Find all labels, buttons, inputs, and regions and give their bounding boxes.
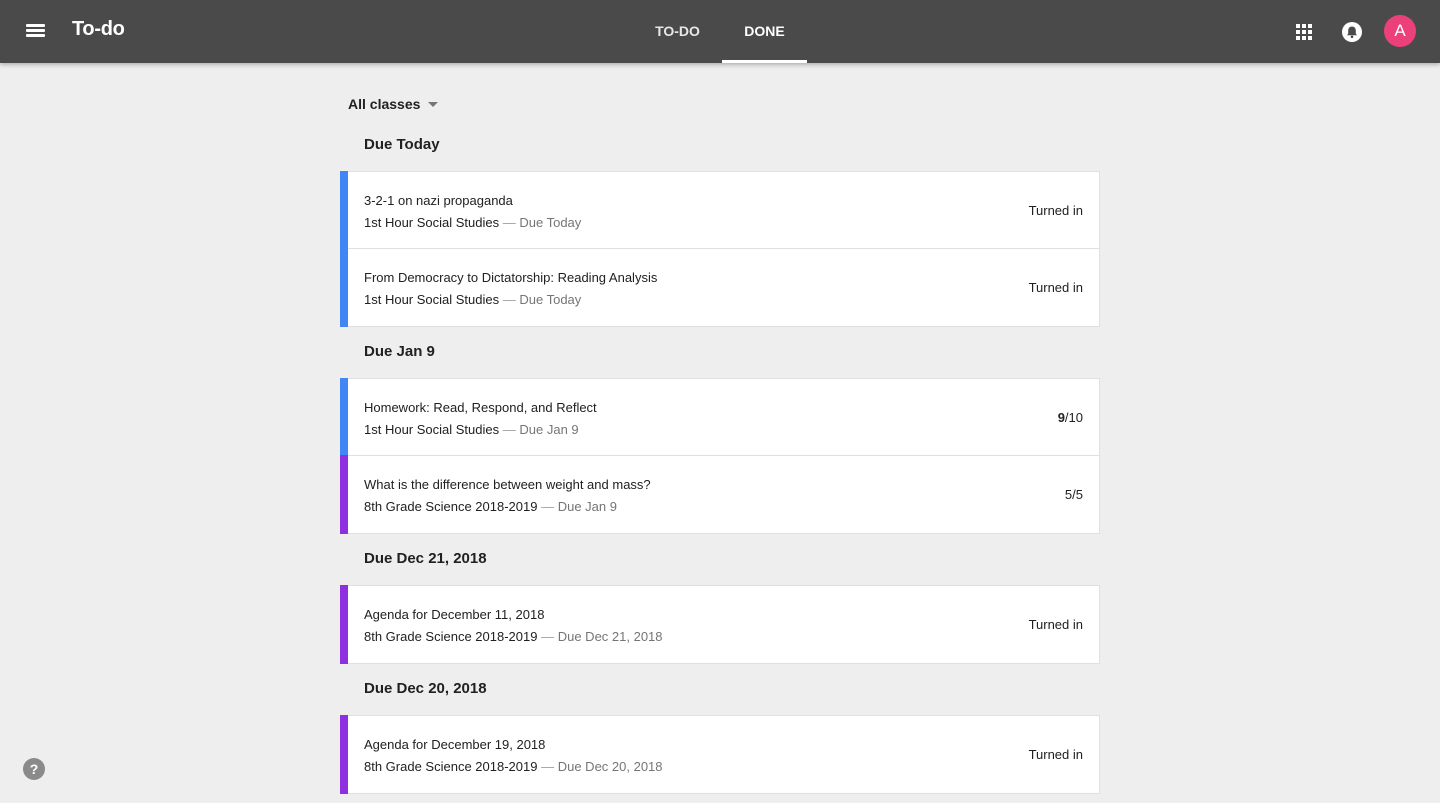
section-title-due-dec-20: Due Dec 20, 2018 <box>364 680 487 697</box>
assignment-meta: 8th Grade Science 2018-2019 — Due Dec 20… <box>364 759 663 774</box>
class-name: 8th Grade Science 2018-2019 <box>364 759 538 774</box>
class-color-stripe <box>340 171 348 249</box>
assignment-meta: 8th Grade Science 2018-2019 — Due Dec 21… <box>364 629 663 644</box>
assignment-item[interactable]: Agenda for December 11, 2018 8th Grade S… <box>340 585 1099 664</box>
assignment-meta: 1st Hour Social Studies — Due Jan 9 <box>364 422 579 437</box>
notifications-bell-icon[interactable] <box>1339 19 1365 45</box>
dropdown-caret-icon <box>428 102 439 107</box>
due-date: Due Dec 20, 2018 <box>557 759 663 774</box>
due-date: Due Dec 21, 2018 <box>557 629 663 644</box>
class-color-stripe <box>340 455 348 534</box>
grade-score: 9 <box>1057 410 1065 425</box>
assignment-card: Agenda for December 19, 2018 8th Grade S… <box>340 715 1100 794</box>
separator: — <box>502 215 516 230</box>
class-filter-label: All classes <box>348 96 421 112</box>
section-title-due-dec-21: Due Dec 21, 2018 <box>364 550 487 567</box>
class-name: 1st Hour Social Studies <box>364 292 500 307</box>
assignment-title: What is the difference between weight an… <box>364 477 651 492</box>
assignment-item[interactable]: What is the difference between weight an… <box>340 455 1099 534</box>
due-date: Due Today <box>519 292 582 307</box>
status-label: Turned in <box>1028 747 1083 762</box>
class-color-stripe <box>340 378 348 456</box>
grade-label: 9/10 <box>1058 410 1083 425</box>
assignment-title: Agenda for December 11, 2018 <box>364 607 545 622</box>
assignment-card: 3-2-1 on nazi propaganda 1st Hour Social… <box>340 171 1100 327</box>
page-title: To-do <box>72 18 125 40</box>
section-title-due-today: Due Today <box>364 136 440 153</box>
grade-label: 5/5 <box>1064 487 1083 502</box>
due-date: Due Jan 9 <box>557 499 617 514</box>
assignment-item[interactable]: 3-2-1 on nazi propaganda 1st Hour Social… <box>340 171 1099 249</box>
class-name: 1st Hour Social Studies <box>364 215 500 230</box>
class-name: 1st Hour Social Studies <box>364 422 500 437</box>
due-date: Due Today <box>519 215 582 230</box>
separator: — <box>502 292 516 307</box>
assignment-card: Agenda for December 11, 2018 8th Grade S… <box>340 585 1100 664</box>
separator: — <box>502 422 516 437</box>
apps-grid-icon[interactable] <box>1290 18 1318 46</box>
class-color-stripe <box>340 715 348 794</box>
assignment-title: 3-2-1 on nazi propaganda <box>364 193 513 208</box>
tab-done[interactable]: DONE <box>722 0 807 63</box>
class-color-stripe <box>340 248 348 327</box>
assignment-title: From Democracy to Dictatorship: Reading … <box>364 270 658 285</box>
class-name: 8th Grade Science 2018-2019 <box>364 629 538 644</box>
tab-to-do[interactable]: TO-DO <box>640 0 715 63</box>
due-date: Due Jan 9 <box>519 422 579 437</box>
section-title-due-jan-9: Due Jan 9 <box>364 343 435 360</box>
help-icon[interactable]: ? <box>23 758 45 780</box>
assignment-meta: 1st Hour Social Studies — Due Today <box>364 292 581 307</box>
assignment-item[interactable]: From Democracy to Dictatorship: Reading … <box>340 248 1099 327</box>
class-color-stripe <box>340 585 348 664</box>
grade-total: /10 <box>1064 410 1083 425</box>
class-filter-dropdown[interactable]: All classes <box>348 94 439 114</box>
avatar[interactable]: A <box>1384 15 1416 47</box>
separator: — <box>541 499 555 514</box>
status-label: Turned in <box>1028 280 1083 295</box>
assignment-title: Agenda for December 19, 2018 <box>364 737 546 752</box>
class-name: 8th Grade Science 2018-2019 <box>364 499 538 514</box>
assignment-item[interactable]: Agenda for December 19, 2018 8th Grade S… <box>340 715 1099 794</box>
status-label: Turned in <box>1028 617 1083 632</box>
top-app-bar: To-do TO-DO DONE A <box>0 0 1440 63</box>
separator: — <box>541 759 555 774</box>
assignment-meta: 1st Hour Social Studies — Due Today <box>364 215 581 230</box>
separator: — <box>541 629 555 644</box>
assignment-meta: 8th Grade Science 2018-2019 — Due Jan 9 <box>364 499 617 514</box>
assignment-title: Homework: Read, Respond, and Reflect <box>364 400 597 415</box>
status-label: Turned in <box>1028 203 1083 218</box>
menu-icon[interactable] <box>22 19 50 43</box>
assignment-item[interactable]: Homework: Read, Respond, and Reflect 1st… <box>340 378 1099 456</box>
assignment-card: Homework: Read, Respond, and Reflect 1st… <box>340 378 1100 534</box>
